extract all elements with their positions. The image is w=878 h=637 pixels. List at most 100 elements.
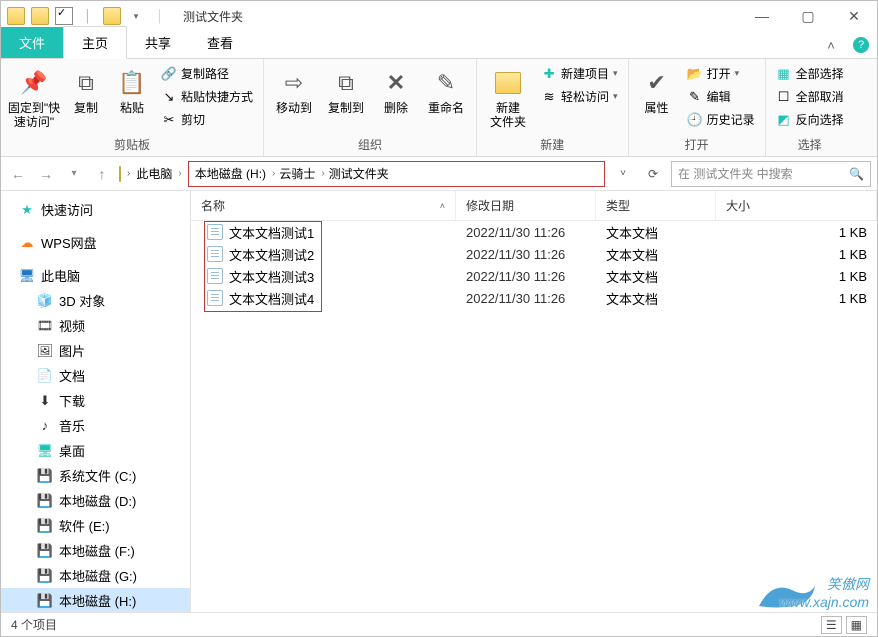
- sidebar-item[interactable]: 💾系统文件 (C:): [1, 463, 190, 488]
- easy-access-icon: ≋: [541, 89, 557, 105]
- sidebar-wps[interactable]: ☁WPS网盘: [1, 230, 190, 255]
- text-file-icon: [207, 246, 223, 262]
- refresh-button[interactable]: ⟳: [641, 162, 665, 186]
- nav-back-button[interactable]: ←: [7, 163, 29, 185]
- nav-recent-dropdown[interactable]: ▾: [63, 163, 85, 185]
- sidebar-item[interactable]: 🎞视频: [1, 313, 190, 338]
- history-icon: 🕘: [687, 112, 703, 128]
- tab-file[interactable]: 文件: [1, 27, 63, 58]
- sidebar-item[interactable]: 📄文档: [1, 363, 190, 388]
- file-row[interactable]: 文本文档测试42022/11/30 11:26文本文档1 KB: [191, 287, 877, 309]
- select-none-button[interactable]: ☐全部取消: [772, 86, 848, 107]
- sidebar-quick-access[interactable]: ★快速访问: [1, 197, 190, 222]
- tab-view[interactable]: 查看: [189, 27, 251, 58]
- address-bar[interactable]: 本地磁盘 (H:)› 云骑士› 测试文件夹: [188, 161, 605, 187]
- minimize-button[interactable]: —: [739, 1, 785, 31]
- ribbon-group-organize: ⇨ 移动到 ⧉ 复制到 ✕ 删除 ✎ 重命名 组织: [264, 59, 477, 156]
- breadcrumb-p2[interactable]: 云骑士›: [279, 165, 324, 182]
- drive-icon: ♪: [37, 418, 53, 434]
- cut-button[interactable]: ✂剪切: [157, 109, 257, 130]
- paste-button[interactable]: 📋 粘贴: [111, 63, 153, 115]
- ribbon: 📌 固定到"快 速访问" ⧉ 复制 📋 粘贴 🔗复制路径 ↘粘贴快捷方式 ✂剪切: [1, 59, 877, 157]
- sidebar-item[interactable]: 💾本地磁盘 (F:): [1, 538, 190, 563]
- sidebar-this-pc[interactable]: 🖥此电脑: [1, 263, 190, 288]
- sidebar-item[interactable]: 🖥桌面: [1, 438, 190, 463]
- col-type[interactable]: 类型: [596, 191, 716, 220]
- sidebar-item[interactable]: 💾本地磁盘 (D:): [1, 488, 190, 513]
- rename-button[interactable]: ✎ 重命名: [422, 63, 470, 115]
- maximize-button[interactable]: ▢: [785, 1, 831, 31]
- details-view-icon[interactable]: ☰: [821, 616, 842, 634]
- ribbon-collapse-icon[interactable]: ˄: [821, 35, 841, 55]
- nav-up-button[interactable]: ↑: [91, 163, 113, 185]
- status-bar: 4 个项目 ☰ ▦: [1, 612, 877, 636]
- group-label-select: 选择: [766, 134, 854, 156]
- sidebar-item[interactable]: 💾本地磁盘 (H:): [1, 588, 190, 612]
- properties-icon: ✔: [641, 67, 673, 99]
- ribbon-tabbar: 文件 主页 共享 查看 ˄ ?: [1, 31, 877, 59]
- easy-access-button[interactable]: ≋轻松访问▾: [537, 86, 622, 107]
- new-item-button[interactable]: ✚新建项目▾: [537, 63, 622, 84]
- properties-button[interactable]: ✔ 属性: [635, 63, 679, 115]
- sidebar-item[interactable]: 💾本地磁盘 (G:): [1, 563, 190, 588]
- select-all-button[interactable]: ▦全部选择: [772, 63, 848, 84]
- sidebar-item[interactable]: ♪音乐: [1, 413, 190, 438]
- drive-icon: 🧊: [37, 293, 53, 309]
- chevron-right-icon[interactable]: ›: [127, 168, 130, 179]
- text-file-icon: [207, 268, 223, 284]
- explorer-window: │ ▾ │ 测试文件夹 — ▢ ✕ 文件 主页 共享 查看 ˄ ? 📌 固定到: [0, 0, 878, 637]
- group-label-organize: 组织: [264, 134, 476, 156]
- copy-path-button[interactable]: 🔗复制路径: [157, 63, 257, 84]
- folder-icon: [7, 7, 25, 25]
- nav-pane[interactable]: ★快速访问 ☁WPS网盘 🖥此电脑 🧊3D 对象🎞视频🖼图片📄文档⬇下载♪音乐🖥…: [1, 191, 191, 612]
- file-list-pane: 名称˄ 修改日期 类型 大小 文本文档测试12022/11/30 11:26文本…: [191, 191, 877, 612]
- qat-new-folder-icon[interactable]: [31, 7, 49, 25]
- copy-button[interactable]: ⧉ 复制: [65, 63, 107, 115]
- open-button[interactable]: 📂打开▾: [683, 63, 759, 84]
- copyto-icon: ⧉: [330, 67, 362, 99]
- col-name[interactable]: 名称˄: [191, 191, 456, 220]
- column-headers[interactable]: 名称˄ 修改日期 类型 大小: [191, 191, 877, 221]
- invert-selection-button[interactable]: ◩反向选择: [772, 109, 848, 130]
- text-file-icon: [207, 224, 223, 240]
- invert-icon: ◩: [776, 112, 792, 128]
- paste-shortcut-button[interactable]: ↘粘贴快捷方式: [157, 86, 257, 107]
- file-rows: 文本文档测试12022/11/30 11:26文本文档1 KB文本文档测试220…: [191, 221, 877, 612]
- edit-button[interactable]: ✎编辑: [683, 86, 759, 107]
- drive-icon: 💾: [37, 468, 53, 484]
- new-item-icon: ✚: [541, 66, 557, 82]
- sidebar-item[interactable]: 🧊3D 对象: [1, 288, 190, 313]
- view-toggle[interactable]: ☰ ▦: [821, 616, 867, 634]
- new-folder-button[interactable]: 新建 文件夹: [483, 63, 533, 129]
- search-icon: 🔍: [849, 167, 864, 181]
- copy-to-button[interactable]: ⧉ 复制到: [322, 63, 370, 115]
- delete-button[interactable]: ✕ 删除: [374, 63, 418, 115]
- breadcrumb-root[interactable]: 此电脑›: [136, 165, 181, 182]
- history-button[interactable]: 🕘历史记录: [683, 109, 759, 130]
- qat-dropdown-icon[interactable]: ▾: [127, 7, 145, 25]
- sidebar-item[interactable]: ⬇下载: [1, 388, 190, 413]
- file-row[interactable]: 文本文档测试22022/11/30 11:26文本文档1 KB: [191, 243, 877, 265]
- file-row[interactable]: 文本文档测试32022/11/30 11:26文本文档1 KB: [191, 265, 877, 287]
- file-row[interactable]: 文本文档测试12022/11/30 11:26文本文档1 KB: [191, 221, 877, 243]
- tab-home[interactable]: 主页: [63, 26, 127, 59]
- paste-icon: 📋: [116, 67, 148, 99]
- col-size[interactable]: 大小: [716, 191, 877, 220]
- tab-share[interactable]: 共享: [127, 27, 189, 58]
- search-placeholder: 在 测试文件夹 中搜索: [678, 165, 793, 182]
- help-icon[interactable]: ?: [851, 35, 871, 55]
- breadcrumb-p3[interactable]: 测试文件夹: [329, 165, 389, 182]
- sidebar-item[interactable]: 💾软件 (E:): [1, 513, 190, 538]
- pin-quickaccess-button[interactable]: 📌 固定到"快 速访问": [7, 63, 61, 129]
- breadcrumb-p1[interactable]: 本地磁盘 (H:)›: [195, 165, 276, 182]
- address-dropdown[interactable]: ˅: [611, 162, 635, 186]
- nav-forward-button[interactable]: →: [35, 163, 57, 185]
- sidebar-item[interactable]: 🖼图片: [1, 338, 190, 363]
- close-button[interactable]: ✕: [831, 1, 877, 31]
- search-box[interactable]: 在 测试文件夹 中搜索 🔍: [671, 161, 871, 187]
- move-to-button[interactable]: ⇨ 移动到: [270, 63, 318, 115]
- qat-checkbox[interactable]: [55, 7, 73, 25]
- col-date[interactable]: 修改日期: [456, 191, 596, 220]
- tiles-view-icon[interactable]: ▦: [846, 616, 867, 634]
- group-label-open: 打开: [629, 134, 765, 156]
